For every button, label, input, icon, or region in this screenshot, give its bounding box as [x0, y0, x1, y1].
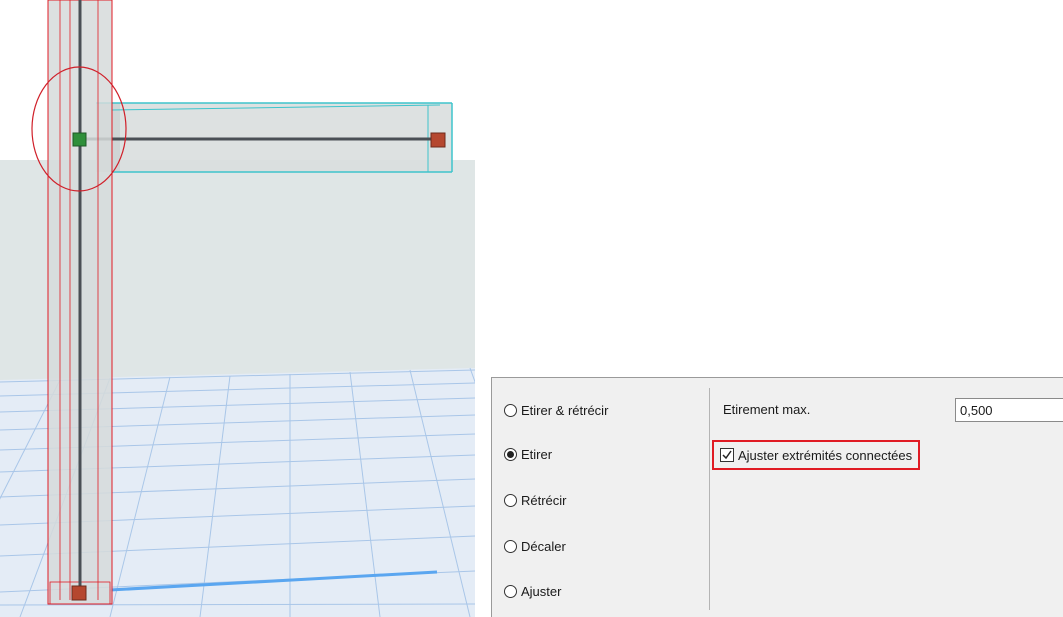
horizontal-beam[interactable]: [80, 102, 453, 173]
3d-viewport[interactable]: [0, 0, 475, 617]
junction-node-green[interactable]: [72, 132, 87, 147]
radio-stretch-indicator[interactable]: [504, 447, 517, 461]
radio-stretch-label: Etirer: [521, 446, 553, 462]
checkmark-icon: [722, 450, 732, 460]
radio-shrink-indicator[interactable]: [504, 493, 517, 507]
radio-fit-indicator[interactable]: [504, 584, 517, 598]
radio-shrink[interactable]: Rétrécir: [504, 489, 567, 511]
radio-stretch-shrink-indicator[interactable]: [504, 403, 517, 417]
radio-stretch-shrink[interactable]: Etirer & rétrécir: [504, 399, 608, 421]
radio-shrink-label: Rétrécir: [521, 492, 567, 508]
adjust-connected-ends-label: Ajuster extrémités connectées: [738, 447, 913, 463]
stretch-settings-panel: Etirer & rétrécir Etirer Rétrécir Décale…: [491, 377, 1063, 617]
radio-fit[interactable]: Ajuster: [504, 580, 561, 602]
adjust-connected-ends-option[interactable]: Ajuster extrémités connectées: [712, 440, 921, 470]
beam-end-node[interactable]: [430, 132, 446, 148]
column-base-node[interactable]: [71, 585, 87, 601]
radio-stretch-shrink-label: Etirer & rétrécir: [521, 402, 609, 418]
max-stretch-label: Etirement max.: [723, 402, 811, 417]
radio-offset[interactable]: Décaler: [504, 535, 566, 557]
max-stretch-input[interactable]: [955, 398, 1063, 422]
radio-offset-label: Décaler: [521, 538, 566, 554]
radio-stretch[interactable]: Etirer: [504, 443, 552, 465]
panel-divider: [709, 388, 710, 610]
radio-fit-label: Ajuster: [521, 583, 562, 599]
vertical-column[interactable]: [47, 0, 113, 605]
radio-offset-indicator[interactable]: [504, 539, 517, 553]
adjust-connected-ends-checkbox[interactable]: [720, 448, 734, 462]
